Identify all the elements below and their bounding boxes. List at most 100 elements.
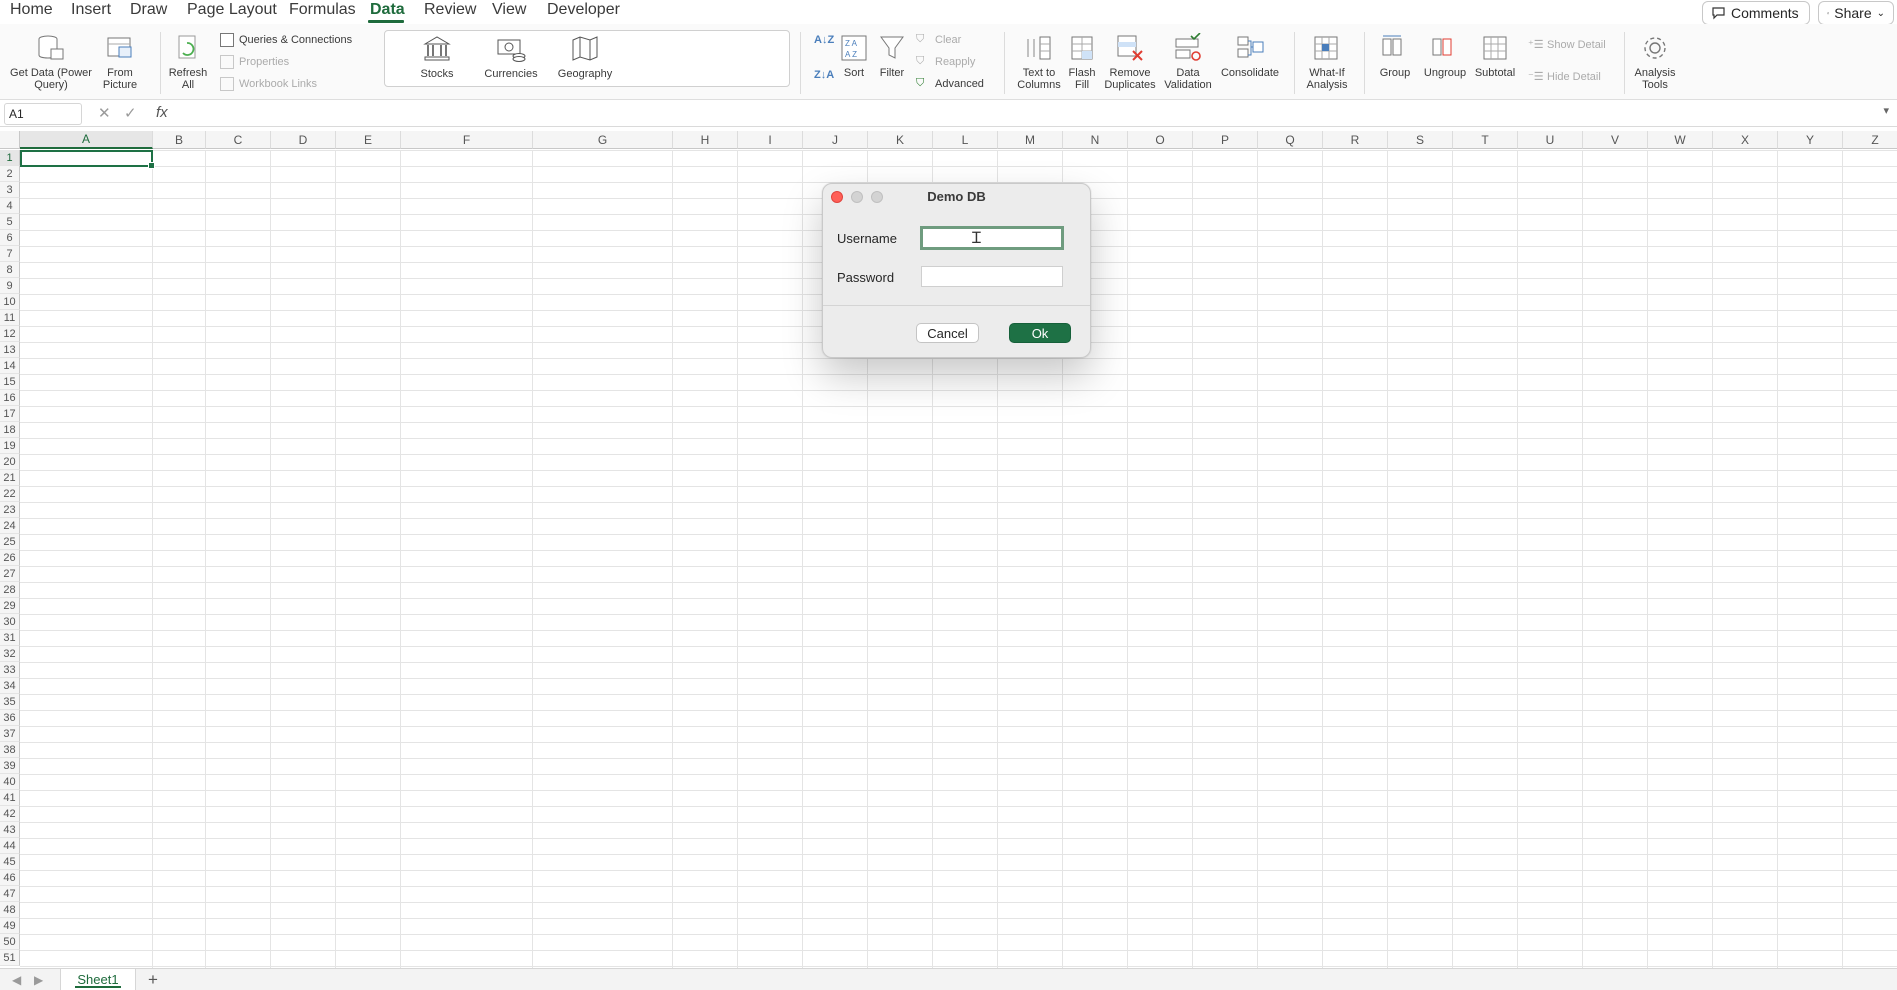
row-header[interactable]: 43 — [0, 822, 20, 838]
row-header[interactable]: 49 — [0, 918, 20, 934]
column-header-w[interactable]: W — [1648, 131, 1713, 149]
row-header[interactable]: 18 — [0, 422, 20, 438]
confirm-formula-icon[interactable]: ✓ — [124, 104, 137, 122]
row-header[interactable]: 5 — [0, 214, 20, 230]
row-header[interactable]: 8 — [0, 262, 20, 278]
column-header-o[interactable]: O — [1128, 131, 1193, 149]
row-header[interactable]: 48 — [0, 902, 20, 918]
row-header[interactable]: 3 — [0, 182, 20, 198]
row-header[interactable]: 13 — [0, 342, 20, 358]
column-header-a[interactable]: A — [20, 131, 153, 149]
row-header[interactable]: 10 — [0, 294, 20, 310]
row-header[interactable]: 7 — [0, 246, 20, 262]
share-button[interactable]: Share ⌄ — [1818, 1, 1894, 25]
row-header[interactable]: 28 — [0, 582, 20, 598]
tab-formulas[interactable]: Formulas — [289, 1, 356, 19]
column-header-h[interactable]: H — [673, 131, 738, 149]
column-header-l[interactable]: L — [933, 131, 998, 149]
password-input[interactable] — [921, 266, 1063, 287]
advanced-filter-button[interactable]: ⛉ Advanced — [916, 77, 984, 91]
function-icon[interactable]: fx — [156, 104, 168, 121]
row-header[interactable]: 9 — [0, 278, 20, 294]
row-header[interactable]: 22 — [0, 486, 20, 502]
analysis-tools-button[interactable]: Analysis Tools — [1630, 32, 1680, 91]
text-to-columns-button[interactable]: Text to Columns — [1012, 32, 1066, 91]
subtotal-button[interactable]: Subtotal — [1472, 32, 1518, 79]
row-header[interactable]: 29 — [0, 598, 20, 614]
queries-connections-button[interactable]: Queries & Connections — [220, 33, 352, 47]
row-header[interactable]: 31 — [0, 630, 20, 646]
column-header-m[interactable]: M — [998, 131, 1063, 149]
row-header[interactable]: 16 — [0, 390, 20, 406]
active-cell-a1[interactable] — [20, 150, 155, 169]
clear-filter-button[interactable]: ⛉ Clear — [916, 33, 961, 47]
what-if-analysis-button[interactable]: What-If Analysis — [1300, 32, 1354, 91]
row-header[interactable]: 39 — [0, 758, 20, 774]
tab-developer[interactable]: Developer — [547, 1, 620, 19]
sort-descending-button[interactable]: Z↓A — [814, 69, 834, 81]
remove-duplicates-button[interactable]: Remove Duplicates — [1102, 32, 1158, 91]
prev-sheet-icon[interactable]: ◀ — [12, 973, 21, 987]
formula-input[interactable] — [184, 105, 1864, 123]
comments-button[interactable]: Comments — [1702, 1, 1810, 25]
row-header[interactable]: 12 — [0, 326, 20, 342]
row-header[interactable]: 27 — [0, 566, 20, 582]
row-header[interactable]: 14 — [0, 358, 20, 374]
column-header-i[interactable]: I — [738, 131, 803, 149]
column-header-p[interactable]: P — [1193, 131, 1258, 149]
row-header[interactable]: 15 — [0, 374, 20, 390]
row-header[interactable]: 19 — [0, 438, 20, 454]
sort-button[interactable]: Z A A Z Sort — [838, 32, 870, 79]
row-header[interactable]: 41 — [0, 790, 20, 806]
data-validation-button[interactable]: Data Validation — [1160, 32, 1216, 91]
row-header[interactable]: 34 — [0, 678, 20, 694]
expand-formula-icon[interactable]: ▾ — [1883, 104, 1889, 117]
row-header[interactable]: 40 — [0, 774, 20, 790]
currencies-button[interactable]: Currencies — [481, 33, 541, 80]
get-data-button[interactable]: Get Data (Power Query) — [6, 32, 96, 91]
row-header[interactable]: 21 — [0, 470, 20, 486]
row-header[interactable]: 20 — [0, 454, 20, 470]
row-header[interactable]: 47 — [0, 886, 20, 902]
row-header[interactable]: 33 — [0, 662, 20, 678]
row-header[interactable]: 50 — [0, 934, 20, 950]
column-header-e[interactable]: E — [336, 131, 401, 149]
column-header-v[interactable]: V — [1583, 131, 1648, 149]
cancel-button[interactable]: Cancel — [916, 323, 979, 343]
row-header[interactable]: 23 — [0, 502, 20, 518]
row-header[interactable]: 1 — [0, 150, 20, 166]
workbook-links-button[interactable]: Workbook Links — [220, 77, 317, 91]
select-all-corner[interactable] — [0, 131, 20, 149]
row-header[interactable]: 26 — [0, 550, 20, 566]
row-header[interactable]: 2 — [0, 166, 20, 182]
ungroup-button[interactable]: Ungroup — [1420, 32, 1470, 79]
consolidate-button[interactable]: Consolidate — [1218, 32, 1282, 79]
from-picture-button[interactable]: From Picture — [98, 32, 142, 91]
sheet-tab-sheet1[interactable]: Sheet1 — [60, 969, 136, 990]
row-header[interactable]: 24 — [0, 518, 20, 534]
row-header[interactable]: 32 — [0, 646, 20, 662]
tab-page-layout[interactable]: Page Layout — [187, 1, 277, 19]
stocks-button[interactable]: Stocks — [407, 33, 467, 80]
row-header[interactable]: 38 — [0, 742, 20, 758]
show-detail-button[interactable]: ⁺☰ Show Detail — [1528, 38, 1606, 52]
row-header[interactable]: 51 — [0, 950, 20, 966]
column-header-g[interactable]: G — [533, 131, 673, 149]
row-header[interactable]: 25 — [0, 534, 20, 550]
row-header[interactable]: 6 — [0, 230, 20, 246]
sort-ascending-button[interactable]: A↓Z — [814, 34, 834, 46]
ok-button[interactable]: Ok — [1009, 323, 1071, 343]
column-header-t[interactable]: T — [1453, 131, 1518, 149]
properties-button[interactable]: Properties — [220, 55, 289, 69]
row-header[interactable]: 30 — [0, 614, 20, 630]
column-header-d[interactable]: D — [271, 131, 336, 149]
name-box[interactable]: A1 — [4, 103, 82, 125]
tab-data[interactable]: Data — [370, 1, 405, 19]
filter-button[interactable]: Filter — [876, 32, 908, 79]
cancel-formula-icon[interactable]: ✕ — [98, 104, 111, 122]
column-header-k[interactable]: K — [868, 131, 933, 149]
row-header[interactable]: 42 — [0, 806, 20, 822]
tab-view[interactable]: View — [492, 1, 526, 19]
column-header-y[interactable]: Y — [1778, 131, 1843, 149]
flash-fill-button[interactable]: Flash Fill — [1066, 32, 1098, 91]
